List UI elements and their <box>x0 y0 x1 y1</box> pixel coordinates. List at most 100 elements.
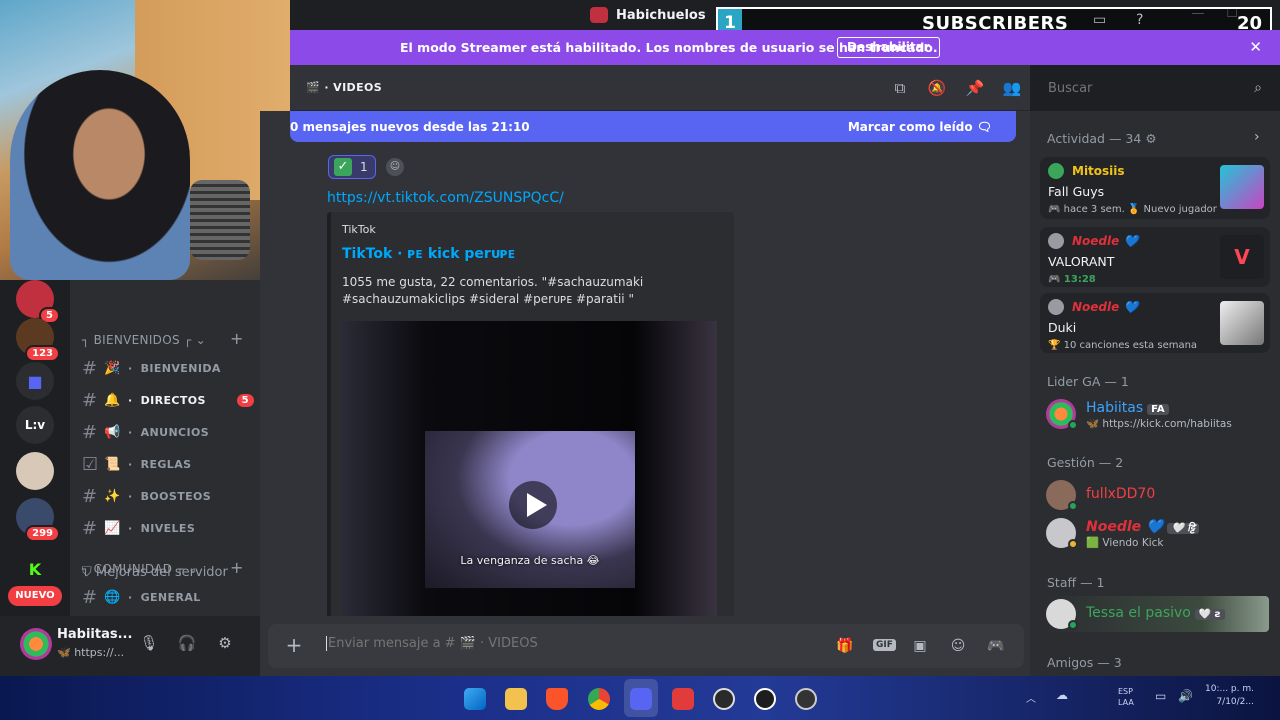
media-player-icon[interactable] <box>795 688 817 710</box>
search-box[interactable]: ⌕ <box>1040 75 1270 103</box>
pin-icon[interactable]: 📌 <box>965 79 985 99</box>
members-icon[interactable]: 👥 <box>1002 79 1022 99</box>
member-item[interactable]: fullxDD70 <box>1044 477 1269 513</box>
role-header: Staff — 1 <box>1047 575 1105 590</box>
chrome-icon[interactable] <box>588 688 610 710</box>
album-art-icon <box>1220 301 1264 345</box>
channel-niveles[interactable]: # 📈 · NIVELES <box>82 515 254 541</box>
member-item[interactable]: Tessa el pasivo 🤍 ꙅ <box>1044 596 1269 632</box>
user-status: 🦋 https://... <box>57 646 125 659</box>
sticker-icon[interactable]: ▣ <box>909 635 931 657</box>
search-input[interactable] <box>1048 81 1238 96</box>
activity-card[interactable]: Noedle 💙 Duki 🏆 10 canciones esta semana <box>1040 293 1270 353</box>
kick-server-icon[interactable]: K <box>16 550 54 588</box>
activities-icon[interactable]: 🎮 <box>985 635 1007 657</box>
add-reaction-icon[interactable]: ☺ <box>386 158 404 176</box>
activity-game: Fall Guys <box>1048 184 1105 199</box>
mark-as-read-button[interactable]: Marcar como leído 🗨 <box>848 120 992 134</box>
activity-game: Duki <box>1048 320 1077 335</box>
role-header: Lider GA — 1 <box>1047 374 1129 389</box>
headphones-icon[interactable]: 🎧 <box>176 634 198 656</box>
cloud-icon[interactable]: ☁ <box>1056 688 1068 702</box>
channel-reglas[interactable]: ☑ 📜 · REGLAS <box>82 451 254 477</box>
online-status-icon <box>1068 501 1078 511</box>
webcam-person <box>10 70 190 280</box>
server-icon[interactable]: L:v <box>16 406 54 444</box>
embed-video[interactable]: La venganza de sacha 😂 <box>342 321 717 616</box>
add-channel-icon[interactable]: + <box>230 329 243 348</box>
chevron-right-icon[interactable]: › <box>1254 129 1260 145</box>
emoji-icon[interactable]: ☺ <box>947 635 969 657</box>
streamer-mode-banner: El modo Streamer está habilitado. Los no… <box>290 30 1280 65</box>
video-caption: La venganza de sacha 😂 <box>460 554 600 567</box>
hash-icon: # <box>82 389 98 411</box>
check-icon: ✓ <box>334 158 352 176</box>
server-icon[interactable]: 123 <box>16 318 60 362</box>
embed-provider: TikTok <box>342 223 376 236</box>
folder-icon[interactable]: ■ <box>16 362 54 400</box>
app-icon[interactable] <box>672 688 694 710</box>
discord-icon[interactable] <box>630 688 652 710</box>
channel-bienvenida[interactable]: # 🎉 · BIENVENIDA <box>82 355 254 381</box>
app-icon[interactable] <box>754 688 776 710</box>
message-link[interactable]: https://vt.tiktok.com/ZSUNSPQcC/ <box>327 190 564 206</box>
avatar <box>1048 299 1064 315</box>
hash-icon: # <box>82 357 98 379</box>
gear-icon[interactable]: ⚙ <box>214 634 236 656</box>
activity-card[interactable]: Noedle 💙 VALORANT 🎮 13:28 V <box>1040 227 1270 287</box>
reaction-pill[interactable]: ✓ 1 <box>328 155 376 179</box>
member-item[interactable]: Noedle 💙 🤍 ट्टि 🟩 Viendo Kick <box>1044 515 1269 551</box>
embed-description: 1055 me gusta, 22 comentarios. "#sachauz… <box>342 275 644 306</box>
category-comunidad[interactable]: ┐ COMUNIDAD ┌ ⌄ <box>82 562 198 576</box>
volume-icon[interactable]: 🔊 <box>1178 689 1193 703</box>
help-icon[interactable]: ? <box>1136 12 1154 30</box>
channel-emoji: 🔔 <box>104 392 121 408</box>
mute-notifications-icon[interactable]: 🔕 <box>927 79 947 99</box>
add-channel-icon[interactable]: + <box>230 558 243 577</box>
threads-icon[interactable]: ⧉ <box>890 79 910 99</box>
game-art-icon <box>1220 165 1264 209</box>
language-indicator[interactable]: ESP LAA <box>1118 686 1134 708</box>
server-icon[interactable]: 5 <box>16 280 60 324</box>
channel-anuncios[interactable]: # 📢 · ANUNCIOS <box>82 419 254 445</box>
brave-icon[interactable] <box>546 688 568 710</box>
channel-general[interactable]: # 🌐 · GENERAL <box>82 584 254 610</box>
file-explorer-icon[interactable] <box>505 688 527 710</box>
clock[interactable]: 10:... p. m. 7/10/2... <box>1205 683 1254 709</box>
gif-icon[interactable]: GIF <box>873 639 896 651</box>
hash-icon: # <box>82 517 98 539</box>
start-icon[interactable] <box>464 688 486 710</box>
microphone-icon[interactable]: 🎙 <box>138 634 160 656</box>
network-icon[interactable]: ▭ <box>1155 689 1166 703</box>
new-badge[interactable]: NUEVO <box>8 586 62 606</box>
user-name[interactable]: Habiitas... <box>57 627 132 642</box>
avatar[interactable] <box>20 628 52 660</box>
activity-card[interactable]: Mitosiis Fall Guys 🎮 hace 3 sem. 🏅 Nuevo… <box>1040 157 1270 219</box>
inbox-icon[interactable]: ▭ <box>1093 12 1111 30</box>
new-messages-text: 0 mensajes nuevos desde las 21:10 <box>290 120 530 134</box>
window-title: Habichuelos <box>590 7 706 23</box>
member-name: fullxDD70 <box>1086 486 1156 502</box>
gift-icon[interactable]: 🎁 <box>834 635 856 657</box>
activity-user: Mitosiis <box>1072 164 1125 178</box>
chevron-up-icon[interactable]: ︿ <box>1026 690 1036 705</box>
activity-meta: 🎮 13:28 <box>1048 274 1096 285</box>
member-item[interactable]: Habiitas FA 🦋 https://kick.com/habiitas <box>1044 396 1269 432</box>
channel-boosteos[interactable]: # ✨ · BOOSTEOS <box>82 483 254 509</box>
disable-streamer-button[interactable]: Deshabilitar <box>837 37 940 58</box>
member-name: Habiitas FA <box>1086 400 1169 416</box>
server-icon[interactable] <box>16 452 54 490</box>
category-bienvenidos[interactable]: ┐ BIENVENIDOS ┌ ⌄ <box>82 333 206 347</box>
channel-directos[interactable]: # 🔔 · DIRECTOS 5 <box>82 387 254 413</box>
activity-user: Noedle 💙 <box>1072 234 1139 248</box>
server-folder-icon[interactable]: 299 <box>16 498 60 542</box>
embed-title[interactable]: TikTok · ᴘᴇ kick perᴜᴘᴇ <box>342 246 515 262</box>
avatar <box>1048 163 1064 179</box>
activity-meta: 🎮 hace 3 sem. 🏅 Nuevo jugador <box>1048 204 1217 215</box>
obs-icon[interactable] <box>713 688 735 710</box>
new-messages-bar[interactable]: 0 mensajes nuevos desde las 21:10 Marcar… <box>290 111 1016 142</box>
message-input[interactable] <box>326 636 726 651</box>
add-attachment-icon[interactable]: + <box>282 634 306 658</box>
online-status-icon <box>1068 420 1078 430</box>
close-icon[interactable]: ✕ <box>1249 38 1262 56</box>
